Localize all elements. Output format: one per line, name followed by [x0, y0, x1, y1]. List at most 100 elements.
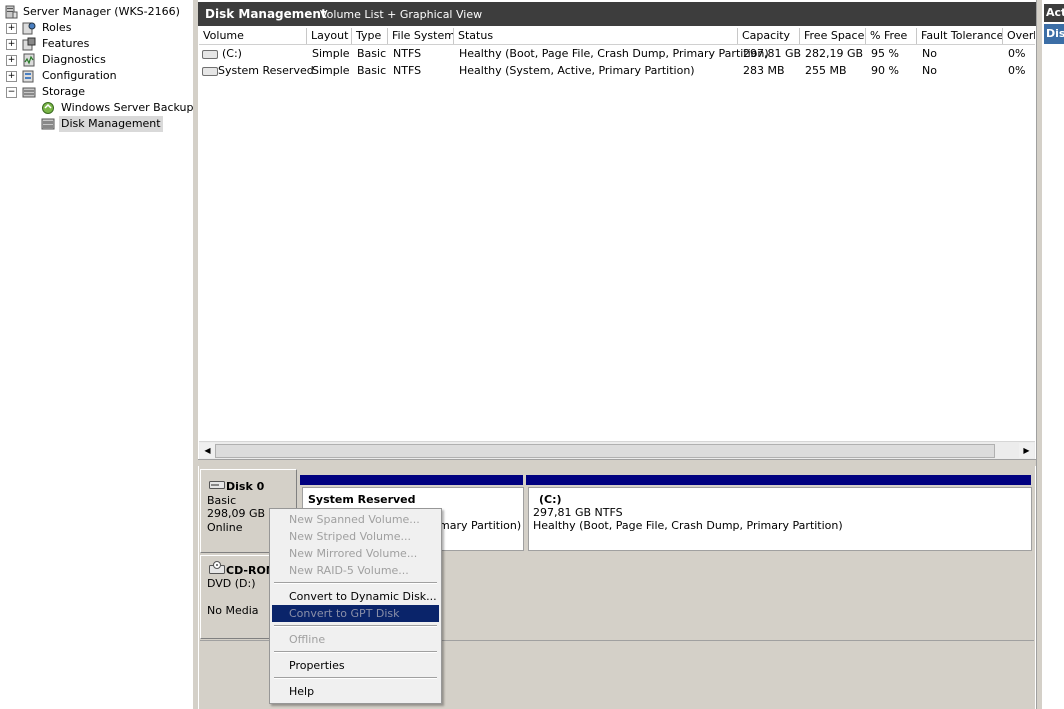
table-row[interactable]: System Reserved Simple Basic NTFS Health… [199, 63, 1035, 79]
partition-c[interactable]: (C:) 297,81 GB NTFS Healthy (Boot, Page … [528, 487, 1032, 551]
cell-overhead: 0% [1008, 64, 1026, 77]
actions-pane [1042, 0, 1064, 709]
volume-icon [202, 67, 218, 76]
column-header-percent-free[interactable]: % Free [866, 28, 917, 44]
menu-item-help[interactable]: Help [272, 683, 439, 700]
tree-item-roles[interactable]: + Roles [0, 20, 190, 36]
volume-icon [202, 50, 218, 59]
tree-item-diagnostics[interactable]: + Diagnostics [0, 52, 190, 68]
cell-fault-tolerance: No [922, 64, 937, 77]
server-manager-icon [5, 5, 18, 19]
scroll-thumb[interactable] [215, 444, 995, 458]
cell-status: Healthy (System, Active, Primary Partiti… [459, 64, 695, 77]
cdrom-state: No Media [207, 604, 259, 617]
main-subtitle: Volume List + Graphical View [320, 8, 483, 21]
cell-layout: Simple [312, 47, 350, 60]
scroll-right-button[interactable]: ▶ [1019, 443, 1034, 458]
tree-item-label: Disk Management [59, 116, 163, 132]
tree-item-label: Diagnostics [42, 53, 106, 66]
backup-icon [42, 102, 54, 114]
menu-item-properties[interactable]: Properties [272, 657, 439, 674]
menu-item-new-striped-volume[interactable]: New Striped Volume... [272, 528, 439, 545]
partition-size: 297,81 GB NTFS [533, 506, 623, 519]
console-tree: Server Manager (WKS-2166) + Roles + Feat… [0, 0, 194, 709]
menu-item-convert-to-gpt-disk[interactable]: Convert to GPT Disk [272, 605, 439, 622]
cell-capacity: 283 MB [743, 64, 785, 77]
cell-overhead: 0% [1008, 47, 1026, 60]
table-row[interactable]: (C:) Simple Basic NTFS Healthy (Boot, Pa… [199, 46, 1035, 62]
cell-percent-free: 95 % [871, 47, 899, 60]
menu-item-convert-to-dynamic-disk[interactable]: Convert to Dynamic Disk... [272, 588, 439, 605]
expand-icon[interactable]: + [6, 23, 17, 34]
expand-icon[interactable]: + [6, 39, 17, 50]
actions-header: Acti [1044, 4, 1064, 22]
expand-icon[interactable]: + [6, 71, 17, 82]
column-header-overhead[interactable]: Overh [1003, 28, 1035, 44]
cell-type: Basic [357, 47, 387, 60]
diagnostics-icon [23, 53, 35, 67]
column-header-layout[interactable]: Layout [307, 28, 352, 44]
actions-item-disk-management[interactable]: Disk [1044, 24, 1064, 44]
menu-item-offline[interactable]: Offline [272, 631, 439, 648]
cell-volume: (C:) [222, 47, 242, 60]
tree-item-storage[interactable]: − Storage [0, 84, 190, 100]
tree-item-windows-server-backup[interactable]: Windows Server Backup [0, 100, 194, 116]
tree-item-label: Storage [42, 85, 86, 98]
context-menu: New Spanned Volume... New Striped Volume… [269, 508, 442, 704]
disk-size: 298,09 GB [207, 507, 266, 520]
cell-free-space: 282,19 GB [805, 47, 864, 60]
tree-item-configuration[interactable]: + Configuration [0, 68, 190, 84]
tree-item-label: Features [42, 37, 90, 50]
disk-type: Basic [207, 494, 237, 507]
cdrom-icon [209, 561, 225, 574]
column-header-type[interactable]: Type [352, 28, 388, 44]
column-header-status[interactable]: Status [454, 28, 738, 44]
storage-icon [22, 87, 36, 98]
cell-capacity: 297,81 GB [743, 47, 802, 60]
menu-separator [274, 625, 437, 627]
cell-file-system: NTFS [393, 64, 422, 77]
configuration-icon [22, 70, 34, 83]
tree-item-features[interactable]: + Features [0, 36, 190, 52]
cell-percent-free: 90 % [871, 64, 899, 77]
horizontal-scrollbar[interactable]: ◀ ▶ [199, 441, 1035, 459]
disk-state: Online [207, 521, 243, 534]
cell-status: Healthy (Boot, Page File, Crash Dump, Pr… [459, 47, 769, 60]
partition-title: (C:) [539, 493, 562, 506]
column-header-free-space[interactable]: Free Space [800, 28, 866, 44]
partition-bar-system-reserved [300, 475, 523, 485]
disk-icon [209, 481, 225, 489]
tree-item-label: Configuration [42, 69, 117, 82]
expand-icon[interactable]: + [6, 55, 17, 66]
disk-name: Disk 0 [226, 480, 265, 493]
tree-item-label: Roles [42, 21, 72, 34]
cell-free-space: 255 MB [805, 64, 847, 77]
collapse-icon[interactable]: − [6, 87, 17, 98]
features-icon [22, 37, 36, 51]
tree-item-disk-management[interactable]: Disk Management [0, 116, 190, 132]
main-title: Disk Management [205, 7, 327, 21]
roles-icon [22, 22, 36, 35]
menu-item-new-raid5-volume[interactable]: New RAID-5 Volume... [272, 562, 439, 579]
partition-bar-c [526, 475, 1031, 485]
main-header: Disk Management Volume List + Graphical … [198, 2, 1036, 26]
cell-volume: System Reserved [218, 64, 314, 77]
column-header-capacity[interactable]: Capacity [738, 28, 800, 44]
cell-fault-tolerance: No [922, 47, 937, 60]
partition-title: System Reserved [308, 493, 416, 506]
view-splitter[interactable] [198, 459, 1036, 466]
menu-separator [274, 677, 437, 679]
cell-file-system: NTFS [393, 47, 422, 60]
menu-item-new-mirrored-volume[interactable]: New Mirrored Volume... [272, 545, 439, 562]
menu-separator [274, 651, 437, 653]
column-header-file-system[interactable]: File System [388, 28, 454, 44]
menu-separator [274, 582, 437, 584]
volume-list-header: Volume Layout Type File System Status Ca… [199, 28, 1035, 45]
column-header-fault-tolerance[interactable]: Fault Tolerance [917, 28, 1003, 44]
cdrom-type: DVD (D:) [207, 577, 256, 590]
column-header-volume[interactable]: Volume [199, 28, 307, 44]
tree-root-label: Server Manager (WKS-2166) [23, 5, 180, 18]
cell-type: Basic [357, 64, 387, 77]
menu-item-new-spanned-volume[interactable]: New Spanned Volume... [272, 511, 439, 528]
scroll-left-button[interactable]: ◀ [200, 443, 215, 458]
